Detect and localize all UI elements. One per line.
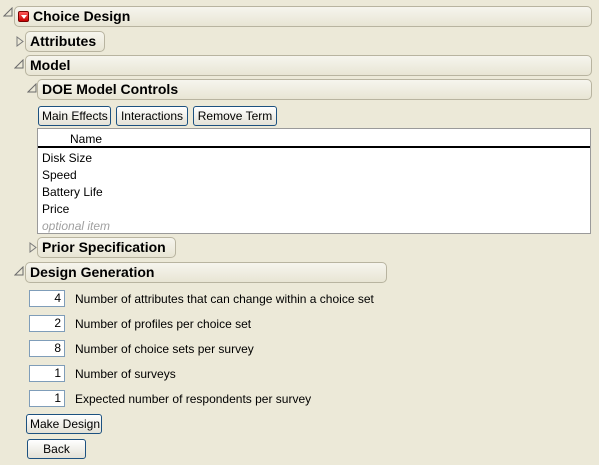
attributes-change-field[interactable]: 4 [29,290,65,307]
choice-design-title: Choice Design [33,8,131,24]
disclosure-open-icon[interactable] [27,83,37,93]
attributes-title: Attributes [30,33,97,49]
model-terms-list[interactable]: Name Disk Size Speed Battery Life Price … [37,128,591,234]
disclosure-open-icon[interactable] [14,266,24,276]
back-button[interactable]: Back [27,439,86,459]
optional-item-placeholder[interactable]: optional item [42,219,110,233]
list-column-header: Name [38,129,590,148]
choice-sets-label: Number of choice sets per survey [75,342,254,356]
doe-model-controls-header[interactable]: DOE Model Controls [37,79,592,100]
prior-specification-header[interactable]: Prior Specification [37,237,176,258]
list-item[interactable]: Price [42,202,69,216]
choice-design-header[interactable]: Choice Design [14,6,592,27]
list-item[interactable]: Battery Life [42,185,103,199]
disclosure-open-icon[interactable] [14,59,24,69]
attributes-header[interactable]: Attributes [25,31,105,52]
respondents-field[interactable]: 1 [29,390,65,407]
choice-sets-field[interactable]: 8 [29,340,65,357]
profiles-per-set-field[interactable]: 2 [29,315,65,332]
make-design-button[interactable]: Make Design [26,414,102,434]
name-column-label: Name [70,132,103,146]
respondents-label: Expected number of respondents per surve… [75,392,312,406]
disclosure-closed-icon[interactable] [29,242,37,253]
remove-term-button[interactable]: Remove Term [193,106,277,126]
doe-model-controls-title: DOE Model Controls [42,81,179,97]
list-item[interactable]: Disk Size [42,151,92,165]
design-generation-title: Design Generation [30,264,155,280]
model-title: Model [30,57,71,73]
profiles-per-set-label: Number of profiles per choice set [75,317,252,331]
attributes-change-label: Number of attributes that can change wit… [75,292,374,306]
prior-specification-title: Prior Specification [42,239,166,255]
main-effects-button[interactable]: Main Effects [38,106,111,126]
red-triangle-menu-icon[interactable] [18,11,29,22]
disclosure-open-icon[interactable] [3,7,13,17]
interactions-button[interactable]: Interactions [116,106,188,126]
surveys-label: Number of surveys [75,367,176,381]
model-header[interactable]: Model [25,55,592,76]
surveys-field[interactable]: 1 [29,365,65,382]
design-generation-header[interactable]: Design Generation [25,262,387,283]
disclosure-closed-icon[interactable] [16,36,24,47]
list-item[interactable]: Speed [42,168,77,182]
